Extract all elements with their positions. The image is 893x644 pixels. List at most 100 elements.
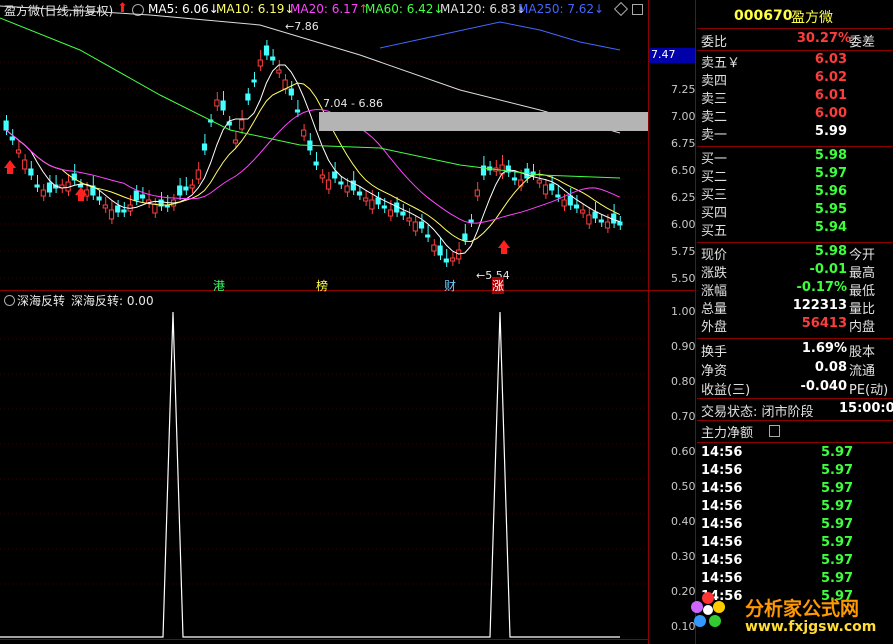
bid-row: 买一 5.98	[697, 148, 893, 167]
bid-row-label: 买三	[701, 188, 728, 203]
stat-row-label2: 最高	[849, 266, 876, 281]
divider	[697, 442, 893, 443]
stat2-row: 换手 1.69% 股本	[697, 341, 893, 360]
list-icon[interactable]	[769, 425, 780, 437]
stat-row: 涨跌 -0.01 最高	[697, 262, 893, 281]
weibi-label: 委比	[701, 35, 728, 50]
tick-row: 14:56 5.97	[697, 499, 893, 517]
ask-row: 卖三 6.01	[697, 88, 893, 107]
stock-code: 000670	[734, 8, 793, 24]
tick-time: 14:56	[701, 535, 743, 550]
ask-row-label: 卖四	[701, 74, 728, 89]
stock-name: 盈方微	[791, 10, 833, 26]
tick-price: 5.97	[821, 499, 854, 514]
divider	[697, 338, 893, 339]
tick-price: 5.97	[821, 463, 854, 478]
tick-price: 5.97	[821, 571, 854, 586]
main-net-label[interactable]: 主力净额	[701, 422, 753, 441]
stat-row-label2: 内盘	[849, 320, 876, 335]
indicator-tick-label: 0.80	[671, 375, 696, 388]
price-tick-label: 6.25	[671, 191, 696, 204]
tick-price: 5.97	[821, 553, 854, 568]
indicator-tick-label: 0.70	[671, 410, 696, 423]
ask-row-label: 卖二	[701, 110, 728, 125]
ask-row-label: 卖五￥	[701, 56, 741, 71]
stat2-row-label2: 流通	[849, 364, 876, 379]
bid-row-label: 买五	[701, 224, 728, 239]
stat2-row-label: 净资	[701, 364, 728, 379]
ask-row-value: 6.00	[814, 106, 847, 121]
bid-row: 买二 5.97	[697, 166, 893, 185]
stat-row-label: 涨幅	[701, 284, 728, 299]
weibi-value: 30.27%	[796, 31, 851, 46]
ask-row: 卖五￥ 6.03	[697, 52, 893, 71]
stat2-row-value: 1.69%	[801, 341, 847, 356]
bid-row-label: 买四	[701, 206, 728, 221]
watermark-title: 分析家公式网	[745, 598, 860, 620]
stat-row-label: 外盘	[701, 320, 728, 335]
stat-row: 外盘 56413 内盘	[697, 316, 893, 335]
indicator-tick-label: 1.00	[671, 305, 696, 318]
tick-row: 14:56 5.97	[697, 463, 893, 481]
indicator-tick-label: 0.60	[671, 445, 696, 458]
divider	[697, 398, 893, 399]
bid-row: 买三 5.96	[697, 184, 893, 203]
ask-row-value: 6.03	[814, 52, 847, 67]
bid-row-value: 5.98	[814, 148, 847, 163]
current-price-tag: 7.47	[649, 48, 695, 63]
stat-row-value: -0.17%	[796, 280, 848, 295]
bid-row-value: 5.97	[814, 166, 847, 181]
ask-row-value: 5.99	[814, 124, 847, 139]
tick-row: 14:56 5.97	[697, 535, 893, 553]
stat-row-label: 现价	[701, 248, 728, 263]
bid-row: 买五 5.94	[697, 220, 893, 239]
indicator-tick-label: 0.40	[671, 515, 696, 528]
tick-price: 5.97	[821, 535, 854, 550]
quote-panel: 000670 盈方微 委比 30.27% 委差 卖五￥ 6.03 卖四 6.02 卖三 6…	[697, 0, 893, 644]
trade-status: 交易状态: 闭市阶段	[701, 405, 814, 420]
tick-row: 14:56 5.97	[697, 571, 893, 589]
stat2-row-label: 换手	[701, 345, 728, 360]
ask-row: 卖一 5.99	[697, 124, 893, 143]
stat-row: 现价 5.98 今开	[697, 244, 893, 263]
indicator-chart	[0, 311, 620, 638]
stat2-row-label2: PE(动)	[849, 383, 889, 398]
price-tick-label: 5.75	[671, 245, 696, 258]
bid-row-value: 5.94	[814, 220, 847, 235]
price-tick-label: 5.50	[671, 272, 696, 285]
stat-row-value: 5.98	[814, 244, 847, 259]
indicator-tick-label: 0.30	[671, 550, 696, 563]
bid-row-label: 买二	[701, 170, 728, 185]
price-tick-label: 7.00	[671, 110, 696, 123]
tick-row: 14:56 5.97	[697, 553, 893, 571]
bid-row: 买四 5.95	[697, 202, 893, 221]
divider	[697, 420, 893, 421]
stat-row: 总量 122313 量比	[697, 298, 893, 317]
tick-row: 14:56 5.97	[697, 481, 893, 499]
stat2-row-value: -0.040	[800, 379, 847, 394]
stat-row: 涨幅 -0.17% 最低	[697, 280, 893, 299]
bid-row-value: 5.96	[814, 184, 847, 199]
price-tick-label: 7.25	[671, 83, 696, 96]
tick-price: 5.97	[821, 445, 854, 460]
tick-price: 5.97	[821, 481, 854, 496]
indicator-tick-label: 0.90	[671, 340, 696, 353]
weicha-label: 委差	[849, 35, 876, 50]
stat-row-label2: 最低	[849, 284, 876, 299]
tick-time: 14:56	[701, 463, 743, 478]
ask-row: 卖四 6.02	[697, 70, 893, 89]
trade-time: 15:00:00	[839, 401, 893, 416]
stat-row-value: -0.01	[809, 262, 847, 277]
stat2-row-value: 0.08	[814, 360, 847, 375]
stat-row-label2: 今开	[849, 248, 876, 263]
stat2-row-label2: 股本	[849, 345, 876, 360]
stat2-row-label: 收益(三)	[701, 383, 751, 398]
tick-time: 14:56	[701, 499, 743, 514]
stat-row-label: 总量	[701, 302, 728, 317]
watermark-url: www.fxjgsw.com	[745, 619, 877, 635]
ask-row: 卖二 6.00	[697, 106, 893, 125]
indicator-tick-label: 0.50	[671, 480, 696, 493]
ask-row-value: 6.01	[814, 88, 847, 103]
price-tick-label: 6.00	[671, 218, 696, 231]
ask-row-label: 卖一	[701, 128, 728, 143]
